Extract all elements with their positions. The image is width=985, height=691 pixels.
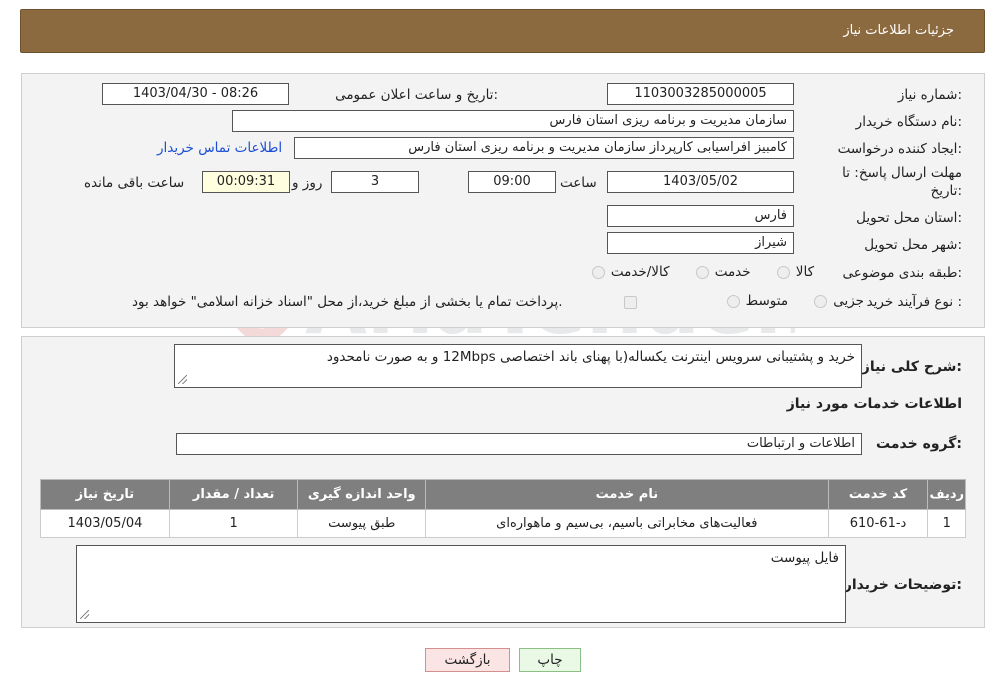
resize-grip-icon[interactable] <box>80 610 89 619</box>
remaining-time-field: 00:09:31 <box>202 171 290 193</box>
radio-label: کالا/خدمت <box>610 264 670 280</box>
description-label: شرح کلی نیاز: <box>861 359 962 375</box>
city-label: شهر محل تحویل: <box>864 237 962 253</box>
treasury-payment-checkbox[interactable] <box>624 296 637 309</box>
radio-dot <box>726 294 740 308</box>
category-radio-service[interactable]: خدمت <box>695 264 751 280</box>
deadline-days-field: 3 <box>331 171 419 193</box>
announce-datetime-label: تاریخ و ساعت اعلان عمومی: <box>335 87 498 103</box>
remaining-label: ساعت باقی مانده <box>84 175 185 191</box>
city-field: شیراز <box>607 232 794 254</box>
category-radio-goods-service[interactable]: کالا/خدمت <box>591 264 670 280</box>
requester-field: کامبیز افراسیابی کارپرداز سازمان مدیریت … <box>294 137 794 159</box>
print-button[interactable]: چاپ <box>519 648 581 672</box>
service-group-label: گروه خدمت: <box>876 436 962 452</box>
announce-datetime-field: 1403/04/30 - 08:26 <box>102 83 289 105</box>
buyer-notes-label: توضیحات خریدار: <box>843 577 962 593</box>
col-need-date: تاریخ نیاز <box>40 479 170 510</box>
deadline-time-label: ساعت <box>560 175 597 191</box>
radio-dot <box>591 265 605 279</box>
cell-need-date: 1403/05/04 <box>40 509 170 538</box>
province-label: استان محل تحویل: <box>856 210 962 226</box>
category-radio-group: کالا خدمت کالا/خدمت <box>570 264 814 280</box>
buyer-notes-text: فایل پیوست <box>770 550 839 566</box>
purchase-type-radio-group: جزیی متوسط <box>697 293 864 309</box>
col-row-number: ردیف <box>927 479 966 510</box>
col-service-code: کد خدمت <box>827 479 929 510</box>
deadline-time-field: 09:00 <box>468 171 556 193</box>
need-number-label: شماره نیاز: <box>897 87 962 103</box>
page-header: جزئیات اطلاعات نیاز <box>20 9 985 53</box>
resize-grip-icon[interactable] <box>178 375 187 384</box>
cell-unit: طبق پیوست <box>297 509 427 538</box>
deadline-label-line1: مهلت ارسال پاسخ: تا <box>842 165 962 181</box>
cell-service-code: د-61-610 <box>827 509 929 538</box>
cell-service-name: فعالیت‌های مخابراتی باسیم، بی‌سیم و ماهو… <box>425 509 829 538</box>
radio-label: کالا <box>795 264 814 280</box>
radio-dot <box>695 265 709 279</box>
purchase-radio-minor[interactable]: جزیی <box>814 293 864 309</box>
table-header-row: ردیف کد خدمت نام خدمت واحد اندازه گیری ت… <box>40 479 966 510</box>
need-info-panel: شماره نیاز: 1103003285000005 تاریخ و ساع… <box>21 73 985 328</box>
need-details-panel: شرح کلی نیاز: خرید و پشتیبانی سرویس اینت… <box>21 336 985 628</box>
radio-dot <box>814 294 828 308</box>
col-service-name: نام خدمت <box>425 479 829 510</box>
col-quantity: تعداد / مقدار <box>168 479 299 510</box>
description-textarea[interactable]: خرید و پشتیبانی سرویس اینترنت یکساله(با … <box>174 344 862 388</box>
buyer-org-field: سازمان مدیریت و برنامه ریزی استان فارس <box>232 110 794 132</box>
buyer-contact-link[interactable]: اطلاعات تماس خریدار <box>157 140 282 156</box>
need-number-field: 1103003285000005 <box>607 83 794 105</box>
province-field: فارس <box>607 205 794 227</box>
buyer-org-label: نام دستگاه خریدار: <box>855 114 962 130</box>
description-text: خرید و پشتیبانی سرویس اینترنت یکساله(با … <box>326 349 855 365</box>
page-title: جزئیات اطلاعات نیاز <box>843 23 954 38</box>
cell-row-number: 1 <box>927 509 966 538</box>
radio-label: خدمت <box>714 264 751 280</box>
requester-label: ایجاد کننده درخواست: <box>837 141 962 157</box>
radio-label: متوسط <box>745 293 789 309</box>
purchase-type-label: نوع فرآیند خرید : <box>866 294 962 310</box>
deadline-date-field: 1403/05/02 <box>607 171 794 193</box>
treasury-payment-note: پرداخت تمام یا بخشی از مبلغ خرید،از محل … <box>132 294 563 310</box>
cell-quantity: 1 <box>168 509 299 538</box>
services-table: ردیف کد خدمت نام خدمت واحد اندازه گیری ت… <box>40 479 966 538</box>
buyer-notes-textarea[interactable]: فایل پیوست <box>76 545 846 623</box>
days-label: روز و <box>292 175 323 191</box>
category-label: طبقه بندی موضوعی: <box>842 265 962 281</box>
back-button[interactable]: بازگشت <box>425 648 510 672</box>
purchase-radio-medium[interactable]: متوسط <box>726 293 789 309</box>
table-row: 1 د-61-610 فعالیت‌های مخابراتی باسیم، بی… <box>40 509 966 538</box>
col-unit: واحد اندازه گیری <box>297 479 427 510</box>
radio-label: جزیی <box>833 293 864 309</box>
deadline-label-line2: تاریخ: <box>930 183 962 199</box>
radio-dot <box>776 265 790 279</box>
category-radio-goods[interactable]: کالا <box>776 264 814 280</box>
service-group-field: اطلاعات و ارتباطات <box>176 433 862 455</box>
services-heading: اطلاعات خدمات مورد نیاز <box>786 396 962 412</box>
